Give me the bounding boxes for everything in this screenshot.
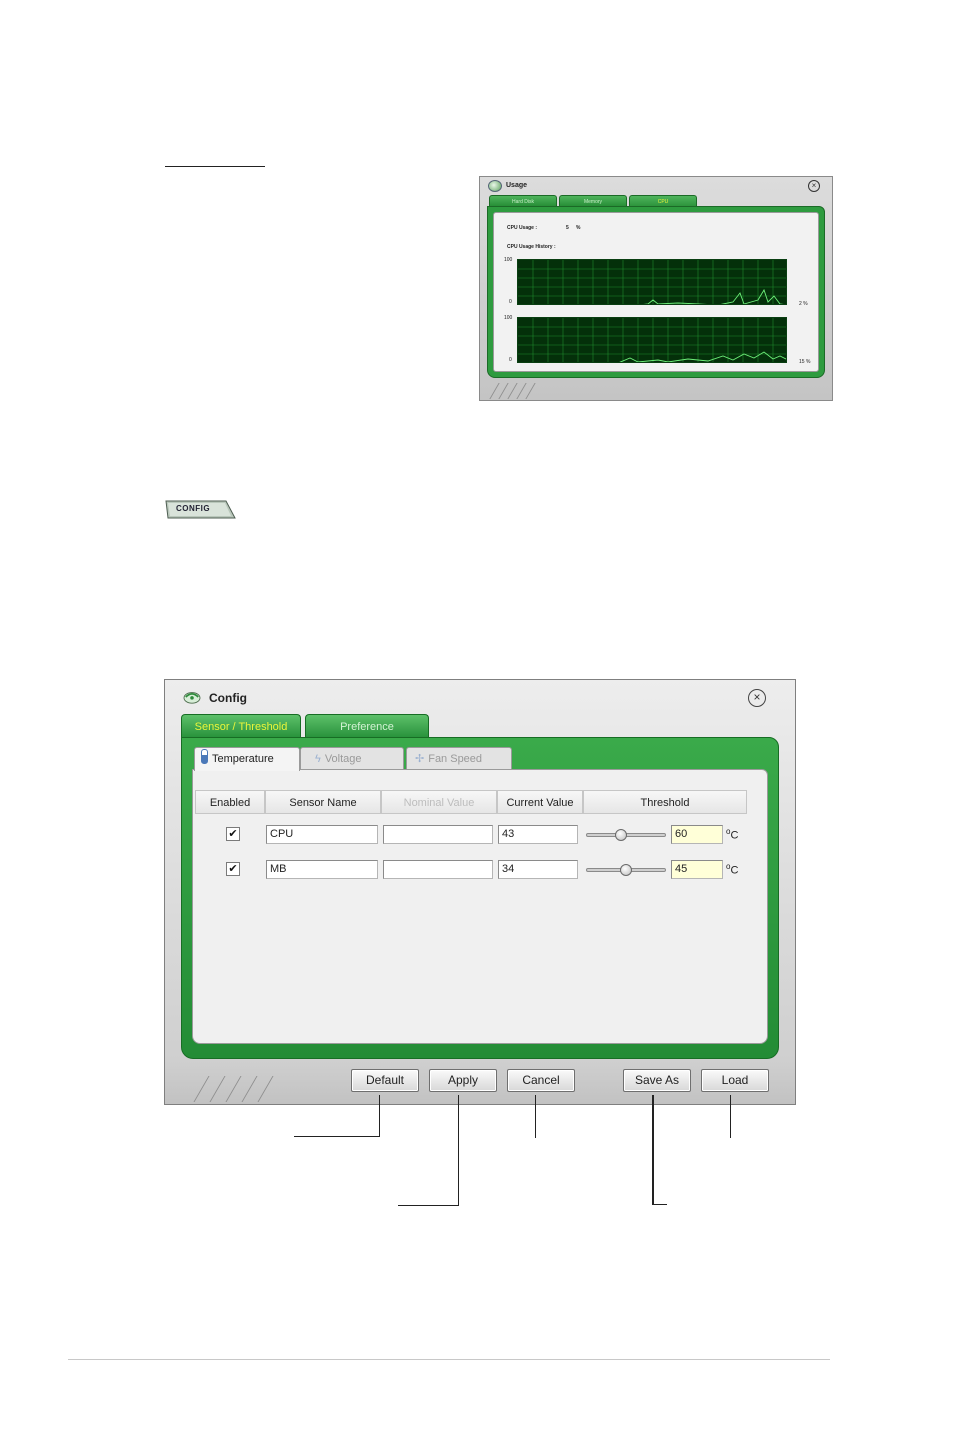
threshold-field-mb[interactable]: 45	[671, 860, 723, 879]
cpu-history-label: CPU Usage History :	[507, 244, 556, 250]
unit-label-cpu: oC	[726, 827, 739, 842]
save-as-button[interactable]: Save As	[623, 1069, 691, 1092]
slider-thumb[interactable]	[620, 864, 632, 876]
callout-line-default-h	[294, 1136, 380, 1137]
lightning-icon: ϟ	[315, 753, 321, 765]
col-header-sensor-name: Sensor Name	[265, 790, 381, 814]
col-header-nominal-value: Nominal Value	[381, 790, 497, 814]
subtab-voltage-label: Voltage	[324, 753, 362, 765]
config-app-icon	[183, 692, 201, 704]
default-button[interactable]: Default	[351, 1069, 419, 1092]
graph1-ymax: 100	[504, 257, 513, 263]
config-button-label: CONFIG	[176, 504, 211, 513]
enabled-checkbox-mb[interactable]: ✔	[226, 862, 240, 876]
col-header-enabled: Enabled	[195, 790, 265, 814]
cpu-history-graph-1	[517, 259, 787, 305]
usage-window: Usage × Hard Disk Memory CPU CPU Usage :…	[479, 176, 833, 401]
col-header-threshold: Threshold	[583, 790, 747, 814]
subtab-voltage[interactable]: ϟ Voltage	[300, 747, 404, 769]
tab-sensor-threshold[interactable]: Sensor / Threshold	[181, 714, 301, 738]
current-value-field-cpu: 43	[498, 825, 578, 844]
subtab-fan-speed-label: Fan Speed	[428, 753, 483, 765]
threshold-slider-cpu[interactable]	[586, 829, 666, 841]
callout-line-load	[730, 1095, 731, 1138]
graph2-current: 15 %	[799, 359, 811, 365]
usage-window-title: Usage	[506, 182, 528, 189]
cpu-usage-value: 5	[566, 225, 569, 231]
col-header-current-value: Current Value	[497, 790, 583, 814]
current-value-field-mb: 34	[498, 860, 578, 879]
sensor-name-field-mb[interactable]: MB	[266, 860, 378, 879]
config-window: Config × Sensor / Threshold Preference T…	[164, 679, 796, 1105]
heading-underline	[165, 166, 265, 167]
config-window-title: Config	[209, 691, 247, 705]
table-row: ✔ CPU 43 60 oC	[193, 825, 769, 847]
graph1-current: 2 %	[799, 301, 808, 307]
temperature-panel: Enabled Sensor Name Nominal Value Curren…	[192, 769, 768, 1044]
table-row: ✔ MB 34 45 oC	[193, 860, 769, 882]
callout-line-apply-h	[398, 1205, 459, 1206]
nominal-value-field-cpu	[383, 825, 493, 844]
subtab-temperature-label: Temperature	[212, 753, 274, 765]
slider-thumb[interactable]	[615, 829, 627, 841]
subtab-fan-speed[interactable]: ✢ Fan Speed	[406, 747, 512, 769]
cancel-button[interactable]: Cancel	[507, 1069, 575, 1092]
callout-line-apply	[458, 1095, 459, 1206]
usage-panel: CPU Usage : 5 % CPU Usage History : 100 …	[493, 212, 819, 372]
graph2-ymin: 0	[509, 357, 512, 363]
cpu-usage-label: CPU Usage :	[507, 225, 538, 231]
apply-button[interactable]: Apply	[429, 1069, 497, 1092]
callout-line-default	[379, 1095, 380, 1137]
threshold-field-cpu[interactable]: 60	[671, 825, 723, 844]
graph2-svg	[518, 318, 786, 362]
usage-app-icon	[488, 180, 502, 192]
sensor-name-field-cpu[interactable]: CPU	[266, 825, 378, 844]
footer-rule	[68, 1359, 830, 1360]
cpu-usage-unit: %	[576, 225, 581, 231]
subtab-temperature[interactable]: Temperature	[194, 747, 300, 771]
callout-line-save-as-h	[652, 1204, 667, 1205]
load-button[interactable]: Load	[701, 1069, 769, 1092]
fan-icon: ✢	[415, 753, 425, 765]
cpu-history-graph-2	[517, 317, 787, 363]
enabled-checkbox-cpu[interactable]: ✔	[226, 827, 240, 841]
threshold-slider-mb[interactable]	[586, 864, 666, 876]
config-button[interactable]: CONFIG	[164, 500, 236, 519]
callout-line-cancel	[535, 1095, 536, 1138]
close-icon[interactable]: ×	[748, 689, 766, 707]
graph2-ymax: 100	[504, 315, 513, 321]
nominal-value-field-mb	[383, 860, 493, 879]
usage-tab-frame: CPU Usage : 5 % CPU Usage History : 100 …	[487, 206, 825, 378]
sensor-threshold-panel: Temperature ϟ Voltage ✢ Fan Speed Enabled …	[181, 737, 779, 1059]
unit-label-mb: oC	[726, 862, 739, 877]
callout-line-save-as	[652, 1095, 654, 1205]
tab-preference[interactable]: Preference	[305, 714, 429, 738]
graph1-svg	[518, 260, 786, 304]
close-icon[interactable]: ×	[808, 180, 820, 192]
graph1-ymin: 0	[509, 299, 512, 305]
thermometer-icon	[201, 749, 208, 764]
